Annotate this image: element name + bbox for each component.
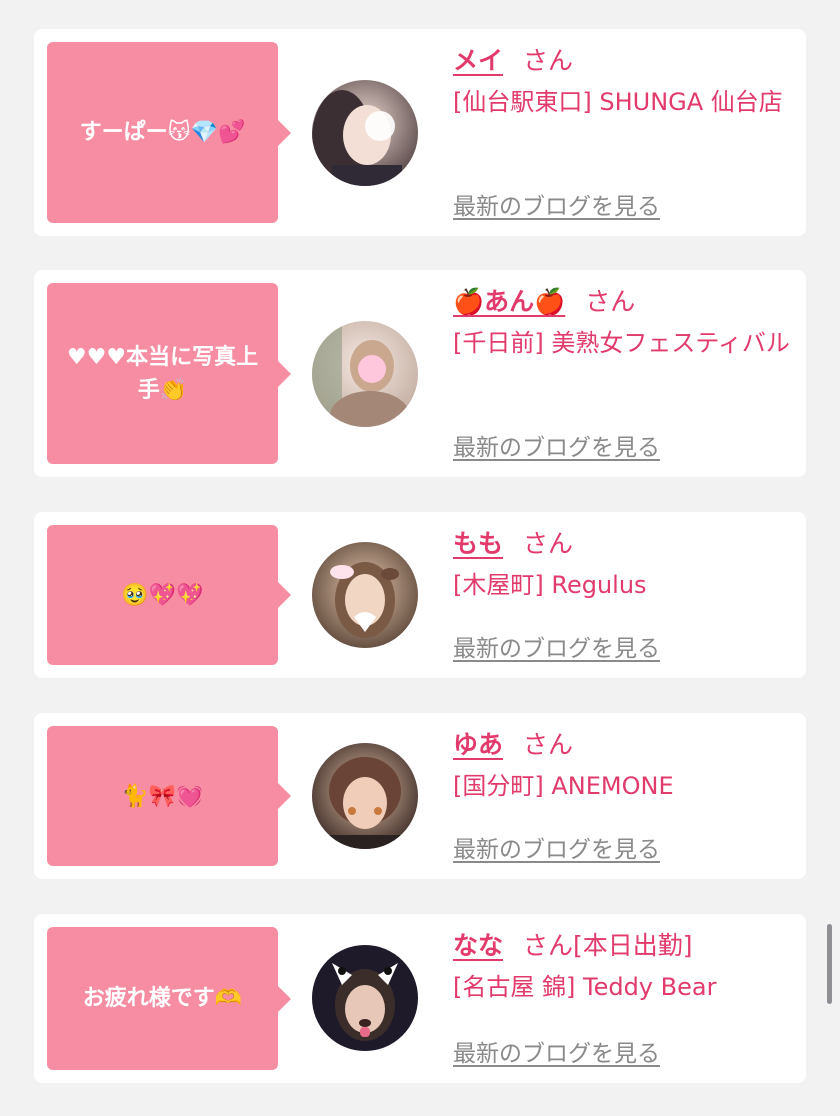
shop-name: [千日前] 美熟女フェスティバル <box>453 329 790 357</box>
comment-bubble: ♥♥♥本当に写真上手👏 <box>47 283 291 464</box>
avatar[interactable] <box>312 743 418 849</box>
profile-info: 🍎あん🍎 さん [千日前] 美熟女フェスティバル <box>453 282 793 364</box>
latest-blog-link[interactable]: 最新のブログを見る <box>453 1034 660 1068</box>
profile-name-link[interactable]: なな <box>453 931 503 960</box>
shop-name: [名古屋 錦] Teddy Bear <box>453 973 717 1001</box>
comment-list: すーぱー😽💎💕 メイ さん [仙台駅東口] SHUNGA 仙台店 最新のブログを… <box>0 0 840 1116</box>
shop-name: [木屋町] Regulus <box>453 571 647 599</box>
comment-card: ♥♥♥本当に写真上手👏 🍎あん🍎 さん [千日前] 美熟女フェスティバル 最新の… <box>34 270 806 477</box>
profile-name-link[interactable]: もも <box>453 529 503 558</box>
profile-name-link[interactable]: ゆあ <box>453 730 503 759</box>
latest-blog-link[interactable]: 最新のブログを見る <box>453 428 660 462</box>
comment-bubble: 🥹💖💖 <box>47 525 291 665</box>
comment-card: 🥹💖💖 もも さん [木屋町] Regulus 最新のブログを見る <box>34 512 806 678</box>
shop-name: [国分町] ANEMONE <box>453 772 674 800</box>
comment-card: お疲れ様です🫶 なな さん[本日出勤] [名古屋 錦] Teddy Bear 最新… <box>34 914 806 1083</box>
comment-bubble: すーぱー😽💎💕 <box>47 42 291 223</box>
comment-text: お疲れ様です🫶 <box>82 986 243 1011</box>
name-row: ゆあ さん <box>453 725 793 765</box>
comment-card: 🐈🎀💓 ゆあ さん [国分町] ANEMONE 最新のブログを見る <box>34 713 806 879</box>
comment-text: 🐈🎀💓 <box>121 783 204 809</box>
avatar[interactable] <box>312 80 418 186</box>
avatar[interactable] <box>312 542 418 648</box>
name-suffix: さん <box>585 287 636 316</box>
profile-info: なな さん[本日出勤] [名古屋 錦] Teddy Bear <box>453 926 793 1008</box>
name-row: 🍎あん🍎 さん <box>453 282 793 322</box>
latest-blog-link[interactable]: 最新のブログを見る <box>453 187 660 221</box>
name-row: メイ さん <box>453 41 793 81</box>
profile-name-link[interactable]: メイ <box>453 46 503 75</box>
name-suffix: さん <box>523 46 574 75</box>
comment-card: すーぱー😽💎💕 メイ さん [仙台駅東口] SHUNGA 仙台店 最新のブログを… <box>34 29 806 236</box>
avatar[interactable] <box>312 321 418 427</box>
name-row: なな さん[本日出勤] <box>453 926 793 966</box>
name-suffix: さん[本日出勤] <box>523 931 693 960</box>
name-row: もも さん <box>453 524 793 564</box>
profile-info: もも さん [木屋町] Regulus <box>453 524 793 606</box>
profile-info: ゆあ さん [国分町] ANEMONE <box>453 725 793 807</box>
avatar[interactable] <box>312 945 418 1051</box>
scrollbar[interactable] <box>827 924 832 1004</box>
shop-name: [仙台駅東口] SHUNGA 仙台店 <box>453 88 783 116</box>
comment-bubble: 🐈🎀💓 <box>47 726 291 866</box>
name-suffix: さん <box>523 529 574 558</box>
comment-bubble: お疲れ様です🫶 <box>47 927 291 1070</box>
comment-text: すーぱー😽💎💕 <box>79 120 246 145</box>
latest-blog-link[interactable]: 最新のブログを見る <box>453 629 660 663</box>
latest-blog-link[interactable]: 最新のブログを見る <box>453 830 660 864</box>
profile-name-link[interactable]: 🍎あん🍎 <box>453 287 565 316</box>
comment-text: 🥹💖💖 <box>121 582 204 608</box>
name-suffix: さん <box>523 730 574 759</box>
comment-text: ♥♥♥本当に写真上手👏 <box>66 344 259 403</box>
profile-info: メイ さん [仙台駅東口] SHUNGA 仙台店 <box>453 41 793 123</box>
